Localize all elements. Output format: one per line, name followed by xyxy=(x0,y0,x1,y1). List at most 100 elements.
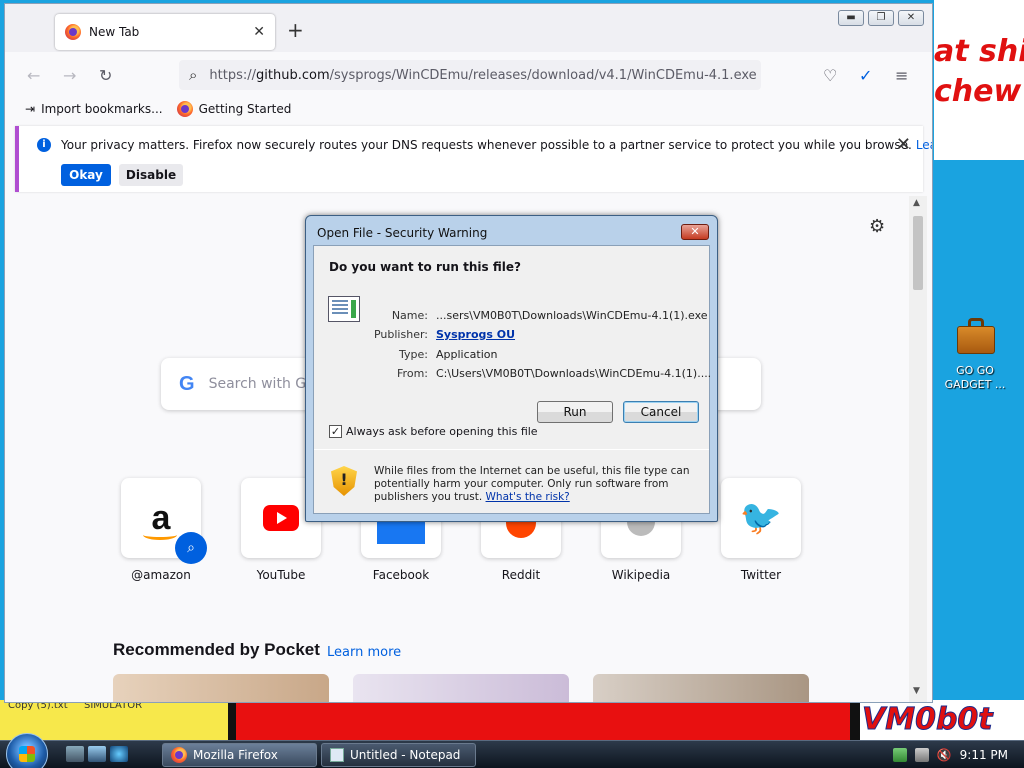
taskbar-button-label: Untitled - Notepad xyxy=(350,748,461,762)
warning-text: While files from the Internet can be use… xyxy=(374,465,690,503)
reload-icon[interactable]: ↻ xyxy=(99,66,112,85)
always-ask-label[interactable]: Always ask before opening this file xyxy=(346,425,538,438)
cancel-button[interactable]: Cancel xyxy=(623,401,699,423)
pocket-icon[interactable]: ♡ xyxy=(823,66,837,85)
account-icon[interactable]: ✓ xyxy=(859,66,872,85)
import-icon: ⇥ xyxy=(25,102,36,116)
monitor-icon[interactable] xyxy=(914,748,929,762)
scrollbar-thumb[interactable] xyxy=(913,216,923,290)
youtube-icon xyxy=(263,505,299,531)
top-site-label: Facebook xyxy=(372,568,430,582)
pocket-heading: Recommended by Pocket xyxy=(113,640,320,659)
network-icon[interactable] xyxy=(892,748,907,762)
publisher-link[interactable]: Sysprogs OU xyxy=(436,328,515,341)
top-site-label: @amazon xyxy=(131,568,191,582)
pocket-card[interactable] xyxy=(353,674,569,702)
taskbar: Mozilla Firefox Untitled - Notepad 🔇 9:1… xyxy=(0,733,1024,768)
pocket-cards xyxy=(113,674,809,702)
bookmark-label: Getting Started xyxy=(198,102,292,116)
tab-close-icon[interactable]: ✕ xyxy=(253,24,265,40)
disable-button[interactable]: Disable xyxy=(119,164,183,186)
taskbar-button-notepad[interactable]: Untitled - Notepad xyxy=(321,743,476,767)
bookmark-label: Import bookmarks... xyxy=(41,102,163,116)
navigation-toolbar: ← → ↻ ⌕ https://github.com/sysprogs/WinC… xyxy=(5,52,932,96)
back-icon[interactable]: ← xyxy=(27,66,40,85)
pocket-card[interactable] xyxy=(593,674,809,702)
whats-the-risk-link[interactable]: What's the risk? xyxy=(486,491,570,503)
notice-message: Your privacy matters. Firefox now secure… xyxy=(61,138,932,152)
type-label: Type: xyxy=(399,348,428,361)
bookmark-import[interactable]: ⇥ Import bookmarks... xyxy=(25,102,163,116)
show-desktop-icon[interactable] xyxy=(66,746,84,762)
dialog-title: Open File - Security Warning xyxy=(317,226,488,240)
search-icon: ⌕ xyxy=(189,66,198,84)
application-icon xyxy=(328,296,360,322)
reddit-icon xyxy=(506,520,536,538)
okay-button[interactable]: Okay xyxy=(61,164,111,186)
wallpaper-signature: VM0b0t xyxy=(862,702,994,738)
clock[interactable]: 9:11 PM xyxy=(960,748,1008,762)
divider xyxy=(314,449,709,450)
desktop-icon-gadget[interactable]: GO GO GADGET ... xyxy=(940,316,1010,392)
scroll-down-icon[interactable]: ▼ xyxy=(913,686,920,696)
switch-windows-icon[interactable] xyxy=(88,746,106,762)
name-label: Name: xyxy=(391,309,428,322)
internet-explorer-icon[interactable] xyxy=(110,746,128,762)
always-ask-checkbox[interactable]: ✓ xyxy=(329,425,342,438)
volume-icon[interactable]: 🔇 xyxy=(937,748,952,762)
firefox-icon xyxy=(65,24,81,40)
exclamation-icon: ! xyxy=(340,470,348,489)
notice-learn-more-link[interactable]: Learn more xyxy=(916,138,932,152)
url-text[interactable]: https://github.com/sysprogs/WinCDEmu/rel… xyxy=(209,68,756,83)
bookmarks-toolbar: ⇥ Import bookmarks... Getting Started xyxy=(5,96,932,122)
twitter-icon: 🐦 xyxy=(739,498,783,538)
forward-icon[interactable]: → xyxy=(63,66,76,85)
top-site-tile[interactable]: 🐦 Twitter xyxy=(721,478,801,582)
system-tray: 🔇 9:11 PM xyxy=(892,741,1024,768)
search-icon: ⌕ xyxy=(175,532,207,564)
minimize-button[interactable]: ▬ xyxy=(838,10,864,26)
wallpaper-text-1: at shit xyxy=(934,34,1024,69)
briefcase-icon xyxy=(955,316,995,356)
wikipedia-icon xyxy=(627,522,655,536)
search-placeholder: Search with G xyxy=(208,376,307,392)
menu-icon[interactable]: ≡ xyxy=(895,66,908,85)
firefox-icon xyxy=(171,747,187,763)
tab-strip: New Tab ✕ + ▬ ❐ ✕ xyxy=(5,4,932,52)
dialog-body: Do you want to run this file? Name: ...s… xyxy=(313,245,712,514)
tab-title: New Tab xyxy=(89,25,140,39)
top-site-label: Wikipedia xyxy=(611,568,671,582)
close-button[interactable]: ✕ xyxy=(898,10,924,26)
name-value: ...sers\VM0B0T\Downloads\WinCDEmu-4.1(1)… xyxy=(436,309,708,322)
tab-new-tab[interactable]: New Tab ✕ xyxy=(55,14,275,50)
top-site-label: Twitter xyxy=(740,568,782,582)
dialog-close-button[interactable]: ✕ xyxy=(681,224,709,240)
top-site-label: Reddit xyxy=(501,568,541,582)
wallpaper-text-2: chew xyxy=(934,74,1022,109)
info-icon: i xyxy=(37,138,51,152)
pocket-card[interactable] xyxy=(113,674,329,702)
type-value: Application xyxy=(436,348,498,361)
bookmark-getting-started[interactable]: Getting Started xyxy=(176,101,292,117)
google-icon: G xyxy=(179,372,195,395)
firefox-icon xyxy=(176,101,193,117)
start-button[interactable] xyxy=(6,733,48,768)
gear-icon[interactable]: ⚙ xyxy=(869,216,885,237)
scrollbar[interactable]: ▲ ▼ xyxy=(909,196,927,702)
notepad-icon xyxy=(330,748,344,762)
new-tab-button[interactable]: + xyxy=(287,20,304,40)
taskbar-button-firefox[interactable]: Mozilla Firefox xyxy=(162,743,317,767)
scroll-up-icon[interactable]: ▲ xyxy=(913,198,920,208)
pocket-learn-more-link[interactable]: Learn more xyxy=(327,645,401,660)
from-label: From: xyxy=(397,367,428,380)
top-site-tile[interactable]: a ⌕ @amazon xyxy=(121,478,207,582)
from-value: C:\Users\VM0B0T\Downloads\WinCDEmu-4.1(1… xyxy=(436,367,712,380)
top-site-label: YouTube xyxy=(256,568,306,582)
dialog-question: Do you want to run this file? xyxy=(329,260,521,274)
run-button[interactable]: Run xyxy=(537,401,613,423)
close-icon[interactable]: ✕ xyxy=(896,134,911,155)
url-bar[interactable]: ⌕ https://github.com/sysprogs/WinCDEmu/r… xyxy=(179,60,761,90)
window-controls: ▬ ❐ ✕ xyxy=(838,10,924,26)
security-warning-dialog: Open File - Security Warning ✕ Do you wa… xyxy=(305,215,718,522)
restore-button[interactable]: ❐ xyxy=(868,10,894,26)
